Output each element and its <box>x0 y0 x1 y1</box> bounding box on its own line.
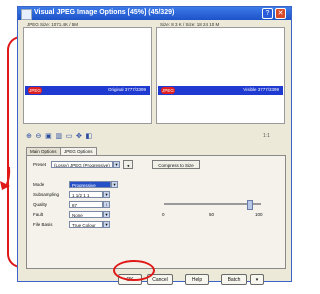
chevron-down-icon[interactable]: ▾ <box>103 211 110 218</box>
result-preview-header: Size: 8 3 K / Size: 18 24 10 M <box>160 22 220 27</box>
mode-label: Mode <box>33 182 45 187</box>
zoom-level: 1:1 <box>263 133 270 139</box>
result-status-text: Visible 3777/3399 <box>243 87 279 92</box>
result-status-bar: JPEG Visible 3777/3399 <box>158 86 283 95</box>
subsampling-label: Subsampling <box>33 192 60 197</box>
quality-label: Quality <box>33 202 48 207</box>
original-preview-header: JPEG Size: 1071.4K / 5M <box>27 22 79 27</box>
preset-label: Preset <box>33 162 47 167</box>
quality-slider-thumb[interactable] <box>247 200 253 210</box>
preview-mode-icon[interactable]: ◧ <box>86 132 93 140</box>
original-preview[interactable]: JPEG Size: 1071.4K / 5M JPEG Original 37… <box>23 22 152 124</box>
preview-toolbar: ⊕ ⊖ ▣ ▥ ▭ ✥ ◧ <box>26 132 94 142</box>
subsampling-select[interactable]: 1 1/2 1 1 <box>69 191 103 198</box>
close-button[interactable]: ✕ <box>275 8 286 19</box>
quality-input[interactable]: 87 <box>69 201 103 208</box>
quality-stepper[interactable]: ↕ <box>103 201 110 208</box>
annotation-circle <box>113 260 155 281</box>
chevron-down-icon[interactable]: ▾ <box>103 221 110 228</box>
file-basis-label: File Basis <box>33 222 53 227</box>
fit-icon[interactable]: ▣ <box>45 132 52 140</box>
single-view-icon[interactable]: ▭ <box>66 132 73 140</box>
jpeg-badge: JPEG <box>161 87 175 94</box>
help-title-button[interactable]: ? <box>262 8 273 19</box>
image-options-dialog: Visual JPEG Image Options [45%] (45/329)… <box>17 6 292 285</box>
zoom-in-icon[interactable]: ⊕ <box>26 132 32 140</box>
window-title: Visual JPEG Image Options [45%] (45/329) <box>34 9 175 16</box>
fault-select[interactable]: None <box>69 211 103 218</box>
slider-tick-max: 100 <box>255 212 263 217</box>
zoom-out-icon[interactable]: ⊖ <box>36 132 42 140</box>
app-icon <box>21 9 32 20</box>
jpeg-options-panel: Preset (Lossy) JPEG (Progressive) ▾ ◂ Co… <box>26 155 286 269</box>
pan-icon[interactable]: ✥ <box>76 132 82 140</box>
split-view-icon[interactable]: ▥ <box>55 132 62 140</box>
original-status-bar: JPEG Original 3777/3399 <box>25 86 150 95</box>
batch-button[interactable]: Batch <box>221 274 247 285</box>
batch-dropdown-button[interactable]: ▾ <box>250 274 264 285</box>
preset-options-button[interactable]: ◂ <box>123 160 133 169</box>
jpeg-badge: JPEG <box>28 87 42 94</box>
preset-select[interactable]: (Lossy) JPEG (Progressive) <box>51 161 113 168</box>
chevron-down-icon[interactable]: ▾ <box>103 191 110 198</box>
file-basis-select[interactable]: True Colour <box>69 221 103 228</box>
original-status-text: Original 3777/3399 <box>107 87 146 92</box>
fault-label: Fault <box>33 212 44 217</box>
mode-select[interactable]: Progressive <box>69 181 111 188</box>
slider-tick-min: 0 <box>162 212 165 217</box>
chevron-down-icon[interactable]: ▾ <box>113 161 120 168</box>
title-bar: Visual JPEG Image Options [45%] (45/329)… <box>18 7 291 20</box>
chevron-down-icon[interactable]: ▾ <box>111 181 118 188</box>
slider-tick-mid: 50 <box>209 212 215 217</box>
compress-to-size-button[interactable]: Compress to Size <box>152 160 200 169</box>
help-button[interactable]: Help <box>185 274 209 285</box>
result-preview[interactable]: Size: 8 3 K / Size: 18 24 10 M JPEG Visi… <box>156 22 285 124</box>
